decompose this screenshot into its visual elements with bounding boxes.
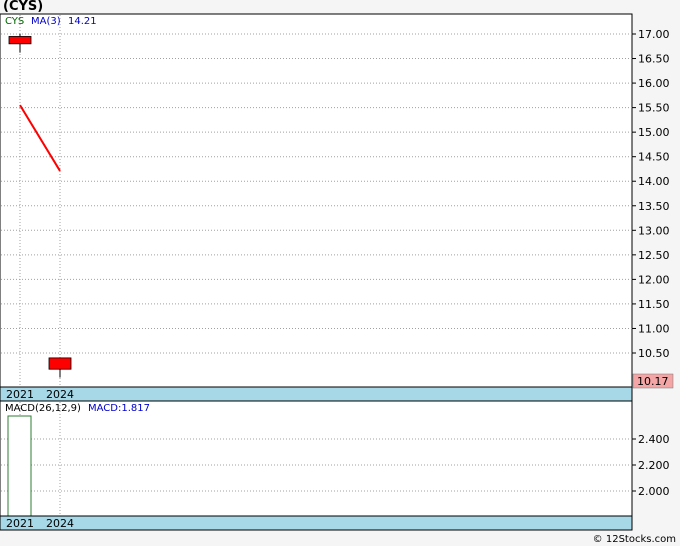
price-tick-label: 15.00 [638,126,670,139]
macd-x-label: 2024 [46,517,74,530]
legend-symbol: CYS [5,16,24,27]
macd-tick-label: 2.400 [638,433,670,446]
candle-body [8,36,32,45]
credit-text: © 12Stocks.com [592,534,676,545]
macd-marks [7,415,32,517]
legend-ma-label: MA(3) [31,16,61,27]
macd-x-axis-band [0,515,633,531]
current-price-label: 10.17 [637,375,669,388]
price-x-label: 2021 [6,388,34,401]
price-tick-label: 16.00 [638,77,670,90]
price-tick-label: 10.50 [638,347,670,360]
price-tick-label: 12.50 [638,249,670,262]
macd-bar [7,415,32,517]
price-tick-label: 11.50 [638,298,670,311]
macd-axis: 2.000 2.200 2.400 [632,433,670,498]
price-tick-label: 12.00 [638,273,670,286]
macd-tick-label: 2.200 [638,459,670,472]
chart-svg: 10.50 11.00 11.50 12.00 12.50 13.00 13.50 14.00… [0,13,674,531]
macd-label: MACD(26,12,9) [5,403,81,414]
price-panel [0,13,633,388]
price-x-axis-band [0,386,633,402]
price-tick-label: 15.50 [638,102,670,115]
macd-x-label: 2021 [6,517,34,530]
legend-ma-value: 14.21 [68,16,97,27]
price-tick-label: 17.00 [638,28,670,41]
price-tick-label: 13.00 [638,224,670,237]
price-tick-label: 13.50 [638,200,670,213]
macd-tick-label: 2.000 [638,485,670,498]
macd-panel [0,400,633,517]
price-tick-label: 14.50 [638,151,670,164]
price-tick-label: 11.00 [638,322,670,335]
price-tick-label: 14.00 [638,175,670,188]
candle-body [48,357,72,370]
macd-value: MACD:1.817 [88,403,150,414]
price-x-label: 2024 [46,388,74,401]
chart-root: (CYS) 10.50 11.00 11.50 12.00 12.50 13.00 13.5… [0,0,680,546]
price-axis: 10.50 11.00 11.50 12.00 12.50 13.00 13.50 14.00… [632,28,670,360]
price-tick-label: 16.50 [638,53,670,66]
